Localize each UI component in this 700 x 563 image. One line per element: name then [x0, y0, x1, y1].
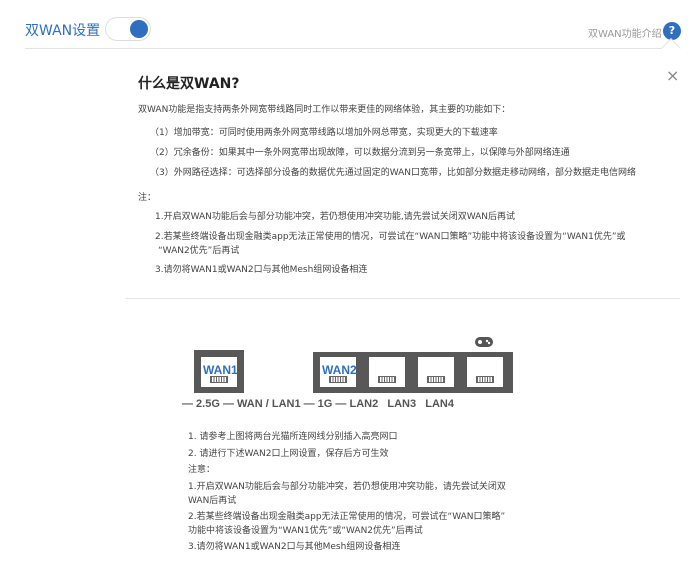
page-title: 双WAN设置	[25, 23, 101, 39]
close-icon[interactable]: ×	[666, 68, 679, 84]
gamepad-icon	[475, 337, 493, 347]
feature-item: （3）外网路径选择：可选择部分设备的数据优先通过固定的WAN口宽带，比如部分数据…	[150, 168, 637, 178]
help-icon[interactable]: ?	[663, 22, 681, 40]
router-ports-box: WAN2	[313, 352, 513, 393]
wan2-label: WAN2	[322, 363, 357, 377]
lan4-port	[467, 357, 503, 387]
intro-text: 双WAN功能是指支持两条外网宽带线路同时工作以带来更佳的网络体验，其主要的功能如…	[138, 105, 511, 115]
popover-arrow	[661, 38, 681, 58]
note-label: 注：	[138, 193, 157, 203]
step-item: 2. 请进行下述WAN2口上网设置，保存后方可生效	[188, 449, 389, 459]
header-divider	[25, 48, 665, 49]
note-item: 2.若某些终端设备出现金融类app无法正常使用的情况，可尝试在“WAN口策略”功…	[155, 232, 626, 242]
step-item: 1.开启双WAN功能后会与部分功能冲突，若仍想使用冲突功能，请先尝试关闭双	[188, 482, 506, 492]
feature-item: （1）增加带宽：可同时使用两条外网宽带线路以增加外网总带宽，实现更大的下载速率	[150, 128, 498, 138]
lan3-port	[418, 357, 454, 387]
step-item: 1. 请参考上图将两台光猫所连网线分别插入高亮网口	[188, 432, 398, 442]
port-labels: — 2.5G — WAN / LAN1 — 1G — LAN2 LAN3 LAN…	[182, 398, 454, 410]
dual-wan-toggle[interactable]	[105, 17, 151, 41]
note-item: 3.请勿将WAN1或WAN2口与其他Mesh组网设备相连	[155, 265, 368, 275]
step-item: 2.若某些终端设备出现金融类app无法正常使用的情况，可尝试在“WAN口策略”	[188, 512, 506, 522]
feature-item: （2）冗余备份：如果其中一条外网宽带出现故障，可以数据分流到另一条宽带上，以保障…	[150, 148, 570, 158]
section-divider	[125, 298, 680, 299]
step-item: 注意：	[188, 465, 216, 475]
step-item: WAN后再试	[188, 496, 237, 506]
dual-wan-intro-link[interactable]: 双WAN功能介绍	[588, 25, 662, 40]
popover-heading: 什么是双WAN?	[138, 76, 240, 92]
note-item: “WAN2优先”后再试	[158, 246, 240, 256]
step-item: 3.请勿将WAN1或WAN2口与其他Mesh组网设备相连	[188, 542, 401, 552]
wan1-label: WAN1	[203, 363, 238, 377]
note-item: 1.开启双WAN功能后会与部分功能冲突，若仍想使用冲突功能,请先尝试关闭双WAN…	[155, 212, 516, 222]
wan1-port-box: WAN1	[194, 350, 244, 393]
lan2-port	[369, 357, 405, 387]
toggle-knob	[130, 20, 148, 38]
step-item: 功能中将该设备设置为“WAN1优先”或“WAN2优先”后再试	[188, 526, 423, 536]
